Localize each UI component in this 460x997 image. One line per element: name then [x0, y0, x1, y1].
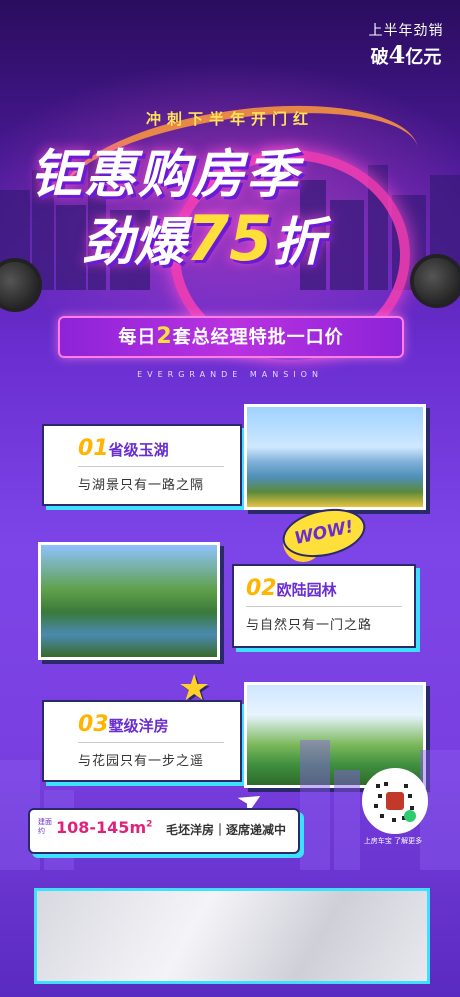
- badge-prefix: 破: [370, 47, 389, 68]
- qr-pattern-icon: [374, 782, 416, 822]
- title2-prefix: 劲爆: [82, 213, 187, 273]
- badge-suffix: 亿元: [405, 47, 442, 68]
- area-unit-sup: 2: [146, 819, 153, 830]
- sales-badge: 上半年劲销 破4亿元: [358, 20, 454, 69]
- divider: [78, 466, 224, 467]
- english-subtitle: EVERGRANDE MANSION: [137, 370, 323, 379]
- feature-2-title: 02欧陆园林: [246, 576, 337, 601]
- spotlight-right-icon: [414, 258, 460, 304]
- feature-1-number: 01: [78, 436, 109, 461]
- feature-1-title: 01省级玉湖: [78, 436, 169, 461]
- main-title-line1: 钜惠购房季: [30, 145, 301, 205]
- area-label: 建面约: [38, 818, 52, 835]
- feature-2-text: 与自然只有一门之路: [246, 618, 373, 633]
- daily-offer-banner: 每日2套总经理特批一口价: [58, 316, 404, 358]
- badge-line1: 上半年劲销: [368, 23, 444, 39]
- area-value: 108-145m: [56, 818, 147, 837]
- badge-line2: 破4亿元: [358, 40, 454, 69]
- banner-prefix: 每日: [118, 327, 157, 348]
- qr-code[interactable]: [362, 768, 428, 834]
- title2-suffix: 折: [272, 213, 325, 273]
- discount-number: 75: [186, 202, 273, 275]
- lake-photo: [244, 404, 426, 510]
- price-box: 建面约 108-145m2 毛坯洋房｜逐席递减中: [28, 808, 300, 854]
- feature-card-1: 01省级玉湖 与湖景只有一路之隔: [42, 424, 242, 506]
- feature-1-name: 省级玉湖: [108, 441, 169, 459]
- area-range: 108-145m2: [56, 818, 152, 837]
- banner-suffix: 套总经理特批一口价: [172, 327, 344, 348]
- blank-image-placeholder: [34, 888, 430, 984]
- banner-highlight: 2: [156, 324, 173, 349]
- feature-1-text: 与湖景只有一路之隔: [78, 478, 205, 493]
- feature-2-number: 02: [246, 576, 277, 601]
- badge-number: 4: [388, 40, 406, 69]
- poster: 上半年劲销 破4亿元 冲刺下半年开门红 钜惠购房季 劲爆75折 每日2套总经理特…: [0, 0, 460, 997]
- feature-2-name: 欧陆园林: [276, 581, 337, 599]
- divider: [246, 606, 402, 607]
- price-desc: 毛坯洋房｜逐席递减中: [166, 823, 287, 837]
- qr-caption: 上房车宝 了解更多: [363, 837, 423, 845]
- garden-photo: [38, 542, 220, 660]
- main-title-line2: 劲爆75折: [82, 200, 324, 275]
- feature-card-2: 02欧陆园林 与自然只有一门之路: [232, 564, 416, 648]
- tagline: 冲刺下半年开门红: [145, 110, 314, 128]
